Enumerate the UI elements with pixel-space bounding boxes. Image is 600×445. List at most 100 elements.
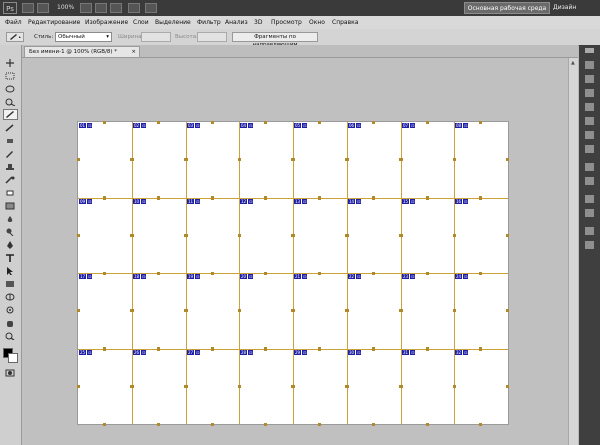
slice-21[interactable]: 21 ⊡ [291,271,349,350]
document-canvas[interactable]: 01 ⊡ 02 ⊡ 03 ⊡ 04 ⊡ 05 ⊡ 06 ⊡ 07 ⊡ 08 ⊡ 09 ⊡ 10 ⊡ 11 ⊡ 12 ⊡ 13 ⊡ 1… [76,120,510,426]
slice-handle[interactable] [264,196,268,200]
eraser-tool-icon[interactable] [5,189,16,197]
healing-brush-tool-icon[interactable] [5,137,16,145]
slice-handle[interactable] [399,234,403,238]
clone-source-panel-icon[interactable] [585,241,594,249]
brush-tool-icon[interactable] [5,150,16,158]
menu-file[interactable]: Файл [5,18,22,27]
slice-03[interactable]: 03 ⊡ [184,120,242,199]
slice-handle[interactable] [291,309,295,313]
slice-handle[interactable] [103,120,107,124]
slice-18[interactable]: 18 ⊡ [130,271,188,350]
slice-13[interactable]: 13 ⊡ [291,196,349,275]
quick-mask-icon[interactable] [5,369,16,377]
slice-handle[interactable] [237,309,241,313]
slice-23[interactable]: 23 ⊡ [399,271,457,350]
slice-tool-preset-picker[interactable] [6,32,24,42]
slices-from-guides-button[interactable]: Фрагменты по направляющим [232,32,318,48]
slice-14[interactable]: 14 ⊡ [345,196,403,275]
slice-handle[interactable] [130,385,134,389]
slice-handle[interactable] [372,120,376,124]
slice-15[interactable]: 15 ⊡ [399,196,457,275]
slice-handle[interactable] [211,347,215,351]
lasso-tool-icon[interactable] [5,85,16,93]
slice-handle[interactable] [103,347,107,351]
slice-handle[interactable] [130,158,134,162]
slice-handle[interactable] [372,347,376,351]
style-select[interactable]: Обычный ▾ [55,32,112,42]
gradient-tool-icon[interactable] [5,202,16,210]
zoom-level[interactable]: 100% [57,3,74,13]
slice-handle[interactable] [479,423,483,426]
slice-handle[interactable] [76,234,80,238]
dodge-tool-icon[interactable] [5,228,16,236]
masks-panel-icon[interactable] [585,103,594,111]
slice-handle[interactable] [345,309,349,313]
slice-handle[interactable] [479,347,483,351]
slice-handle[interactable] [506,234,510,238]
clone-stamp-tool-icon[interactable] [5,163,16,171]
slice-09[interactable]: 09 ⊡ [76,196,134,275]
slice-02[interactable]: 02 ⊡ [130,120,188,199]
slice-handle[interactable] [345,234,349,238]
slice-handle[interactable] [264,423,268,426]
slice-handle[interactable] [318,423,322,426]
slice-19[interactable]: 19 ⊡ [184,271,242,350]
zoom-tool-icon[interactable] [95,3,107,13]
slice-handle[interactable] [157,271,161,275]
hand-tool-icon[interactable] [5,319,16,327]
swatches-panel-icon[interactable] [585,75,594,83]
actions-panel-icon[interactable] [585,177,594,185]
rectangle-tool-icon[interactable] [5,280,16,288]
close-icon[interactable]: × [131,47,136,57]
slice-25[interactable]: 25 ⊡ [76,347,134,426]
slice-handle[interactable] [76,385,80,389]
slice-handle[interactable] [426,271,430,275]
path-selection-tool-icon[interactable] [5,267,16,275]
slice-handle[interactable] [130,234,134,238]
background-color-swatch[interactable] [8,353,18,363]
menu-analysis[interactable]: Анализ [225,18,248,27]
slice-handle[interactable] [291,234,295,238]
design-workspace-link[interactable]: Дизайн [553,2,576,14]
menu-filter[interactable]: Фильтр [197,18,221,27]
menu-help[interactable]: Справка [332,18,358,27]
collapse-panels-icon[interactable] [585,48,594,53]
menu-3d[interactable]: 3D [254,18,262,27]
slice-handle[interactable] [399,309,403,313]
slice-handle[interactable] [237,158,241,162]
slice-handle[interactable] [372,271,376,275]
slice-07[interactable]: 07 ⊡ [399,120,457,199]
3d-rotate-tool-icon[interactable] [5,293,16,301]
character-panel-icon[interactable] [585,195,594,203]
mini-bridge-icon[interactable] [37,3,49,13]
slice-handle[interactable] [264,271,268,275]
slice-handle[interactable] [452,234,456,238]
slice-28[interactable]: 28 ⊡ [237,347,295,426]
slice-handle[interactable] [103,423,107,426]
slice-31[interactable]: 31 ⊡ [399,347,457,426]
slice-26[interactable]: 26 ⊡ [130,347,188,426]
height-field[interactable] [197,32,227,42]
arrange-documents-icon[interactable] [128,3,140,13]
slice-20[interactable]: 20 ⊡ [237,271,295,350]
eyedropper-tool-icon[interactable] [5,124,16,132]
slice-27[interactable]: 27 ⊡ [184,347,242,426]
paragraph-panel-icon[interactable] [585,209,594,217]
slice-handle[interactable] [479,120,483,124]
slice-handle[interactable] [318,196,322,200]
slice-handle[interactable] [426,120,430,124]
workspace-switcher[interactable]: Основная рабочая среда [464,2,550,14]
zoom-tool-icon[interactable] [5,332,16,340]
slice-22[interactable]: 22 ⊡ [345,271,403,350]
slice-handle[interactable] [426,196,430,200]
scroll-up-arrow-icon[interactable]: ▲ [571,60,575,66]
slice-handle[interactable] [157,347,161,351]
slice-handle[interactable] [211,120,215,124]
slice-handle[interactable] [103,196,107,200]
slice-handle[interactable] [452,309,456,313]
slice-handle[interactable] [291,158,295,162]
history-panel-icon[interactable] [585,163,594,171]
slice-handle[interactable] [184,158,188,162]
slice-30[interactable]: 30 ⊡ [345,347,403,426]
